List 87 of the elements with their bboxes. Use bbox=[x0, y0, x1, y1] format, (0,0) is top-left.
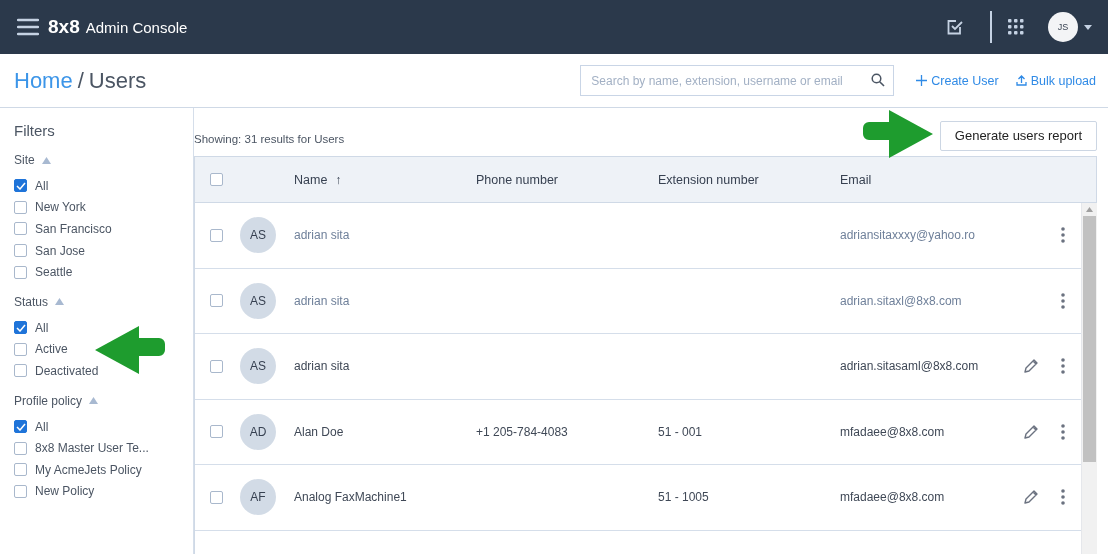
apps-grid-icon[interactable] bbox=[1008, 19, 1024, 35]
filter-option: All bbox=[35, 320, 49, 335]
row-checkbox[interactable] bbox=[210, 294, 223, 308]
scroll-up-arrow-icon[interactable] bbox=[1086, 207, 1093, 212]
checkbox[interactable] bbox=[14, 364, 27, 378]
filter-option: San Jose bbox=[35, 243, 86, 258]
column-header[interactable]: Extension number bbox=[658, 172, 759, 187]
checkbox[interactable] bbox=[14, 441, 27, 455]
checkbox[interactable] bbox=[14, 244, 27, 258]
checkbox[interactable] bbox=[14, 342, 27, 356]
breadcrumb-separator: / bbox=[77, 67, 84, 94]
filter-option: Active bbox=[35, 342, 68, 357]
user-name[interactable]: adrian sita bbox=[294, 293, 476, 308]
results-count: Showing: 31 results for Users bbox=[194, 132, 345, 145]
checkbox[interactable] bbox=[14, 179, 27, 193]
user-avatar: AD bbox=[240, 413, 276, 450]
pointer-arrow bbox=[863, 110, 933, 158]
user-name[interactable]: adrian sita bbox=[294, 359, 476, 374]
filter-group-title: Site bbox=[14, 153, 35, 167]
plus-icon bbox=[916, 75, 928, 86]
filter-option: All bbox=[35, 178, 49, 193]
bulk-upload-link[interactable]: Bulk upload bbox=[1015, 73, 1096, 88]
edit-pencil-icon[interactable] bbox=[1023, 358, 1039, 375]
checkbox[interactable] bbox=[14, 463, 27, 477]
search-field[interactable]: Search by name, extension, username or email bbox=[580, 65, 895, 96]
select-all-checkbox[interactable] bbox=[210, 173, 223, 186]
checkbox[interactable] bbox=[14, 222, 27, 236]
collapse-arrow-icon[interactable] bbox=[89, 397, 99, 405]
filter-option: My AcmeJets Policy bbox=[35, 462, 142, 477]
task-check-icon[interactable] bbox=[946, 18, 964, 36]
user-name[interactable]: adrian sita bbox=[294, 228, 476, 243]
filter-option: 8x8 Master User Te... bbox=[35, 441, 149, 456]
filters-title: Filters bbox=[14, 122, 56, 139]
caret-icon[interactable] bbox=[1084, 24, 1092, 30]
page-title: Users bbox=[88, 67, 147, 94]
user-name[interactable]: Analog FaxMachine1 bbox=[294, 490, 476, 505]
filter-group-title: Status bbox=[14, 294, 49, 309]
more-options-icon[interactable] bbox=[1061, 423, 1065, 440]
more-options-icon[interactable] bbox=[1061, 358, 1065, 375]
logo: 8x8 bbox=[48, 16, 80, 38]
scrollbar[interactable] bbox=[1081, 203, 1097, 554]
column-header[interactable]: Name ↑ bbox=[294, 172, 342, 187]
user-avatar: AS bbox=[240, 282, 276, 319]
checkbox[interactable] bbox=[14, 420, 27, 434]
user-avatar: AS bbox=[240, 217, 276, 254]
edit-pencil-icon[interactable] bbox=[1023, 423, 1039, 440]
filter-option: New Policy bbox=[35, 484, 95, 499]
row-checkbox[interactable] bbox=[210, 228, 223, 242]
more-options-icon[interactable] bbox=[1061, 292, 1065, 309]
checkbox[interactable] bbox=[14, 484, 27, 498]
phone-number: +1 205-784-4083 bbox=[476, 424, 568, 439]
filter-group-title: Profile policy bbox=[14, 393, 83, 408]
extension-number: 51 - 1005 bbox=[658, 490, 709, 505]
filter-option: New York bbox=[35, 200, 86, 215]
collapse-arrow-icon[interactable] bbox=[55, 298, 65, 306]
app-title: Admin Console bbox=[85, 18, 188, 36]
user-avatar: AS bbox=[240, 348, 276, 385]
email: mfadaee@8x8.com bbox=[840, 424, 946, 439]
create-user-link[interactable]: Create User bbox=[916, 73, 999, 88]
user-avatar[interactable]: JS bbox=[1048, 12, 1078, 42]
filter-option: Deactivated bbox=[35, 363, 99, 378]
collapse-arrow-icon[interactable] bbox=[41, 156, 51, 164]
row-checkbox[interactable] bbox=[210, 359, 223, 373]
filter-option: Seattle bbox=[35, 265, 73, 280]
email: adrian.sitasaml@8x8.com bbox=[840, 359, 980, 374]
checkbox[interactable] bbox=[14, 265, 27, 279]
menu-icon[interactable] bbox=[17, 18, 39, 36]
more-options-icon[interactable] bbox=[1061, 227, 1065, 244]
filter-option: All bbox=[35, 419, 49, 434]
row-checkbox[interactable] bbox=[210, 490, 223, 504]
email: adriansitaxxxy@yahoo.ro bbox=[840, 228, 976, 243]
upload-icon bbox=[1015, 75, 1027, 86]
email: adrian.sitaxl@8x8.com bbox=[840, 293, 963, 308]
generate-report-button[interactable]: Generate users report bbox=[939, 120, 1097, 151]
email: mfadaee@8x8.com bbox=[840, 490, 946, 505]
user-avatar: AF bbox=[240, 479, 276, 516]
user-name[interactable]: Alan Doe bbox=[294, 424, 476, 439]
more-options-icon[interactable] bbox=[1061, 489, 1065, 506]
filter-option: San Francisco bbox=[35, 222, 112, 236]
extension-number: 51 - 001 bbox=[658, 424, 703, 439]
checkbox[interactable] bbox=[14, 321, 27, 335]
checkbox[interactable] bbox=[14, 200, 27, 214]
search-icon bbox=[871, 73, 886, 87]
edit-pencil-icon[interactable] bbox=[1023, 489, 1039, 506]
row-checkbox[interactable] bbox=[210, 425, 223, 439]
column-header[interactable]: Phone number bbox=[476, 172, 558, 187]
column-header[interactable]: Email bbox=[840, 172, 872, 187]
